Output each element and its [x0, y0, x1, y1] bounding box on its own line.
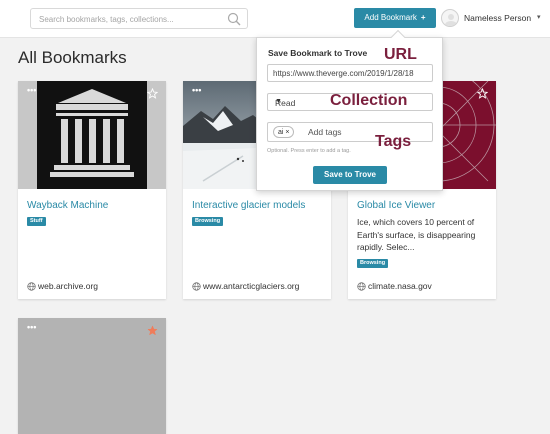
bookmark-domain: climate.nasa.gov	[357, 281, 432, 291]
domain-text: climate.nasa.gov	[368, 281, 432, 291]
tag-badge[interactable]: Browsing	[192, 217, 224, 226]
url-value[interactable]: https://www.theverge.com/2019/1/28/18	[273, 69, 429, 78]
card-menu-button[interactable]: •••	[192, 85, 201, 95]
globe-icon	[357, 282, 366, 291]
domain-text: www.antarcticglaciers.org	[203, 281, 300, 291]
search-box[interactable]	[30, 8, 248, 29]
annotation-collection: Collection	[330, 92, 408, 109]
annotation-tags: Tags	[375, 133, 412, 150]
bookmark-title[interactable]: Interactive glacier models	[192, 200, 305, 211]
card-menu-button[interactable]: •••	[27, 85, 36, 95]
bookmark-thumbnail[interactable]: •••	[18, 81, 166, 189]
bookmark-thumbnail[interactable]: •••	[18, 318, 166, 434]
bookmark-card[interactable]: ••• Wayback Machine Stuff web.archive.or…	[18, 81, 166, 299]
bookmark-description: Ice, which covers 10 percent of Earth's …	[357, 217, 476, 252]
tags-hint: Optional. Press enter to add a tag.	[267, 148, 351, 154]
tag-badge[interactable]: Browsing	[357, 259, 389, 268]
star-filled-icon[interactable]	[147, 325, 158, 336]
card-menu-button[interactable]: •••	[27, 322, 36, 332]
search-input[interactable]	[39, 12, 224, 26]
chevron-down-icon[interactable]: ▾	[537, 13, 541, 21]
globe-icon	[192, 282, 201, 291]
bookmark-card[interactable]: •••	[18, 318, 166, 434]
top-bar: Add Bookmark+ Nameless Person ▾	[0, 0, 550, 38]
add-bookmark-button[interactable]: Add Bookmark +	[354, 8, 436, 28]
plus-icon: +	[420, 13, 426, 22]
page-title: All Bookmarks	[18, 48, 127, 67]
globe-icon	[27, 282, 36, 291]
wayback-logo-image	[37, 81, 147, 189]
save-to-trove-button[interactable]: Save to Trove	[313, 166, 387, 184]
username[interactable]: Nameless Person	[464, 13, 531, 23]
tag-badge[interactable]: Stuff	[27, 217, 46, 226]
bookmark-title[interactable]: Wayback Machine	[27, 200, 108, 211]
bookmark-domain: web.archive.org	[27, 281, 98, 291]
star-icon[interactable]	[147, 88, 158, 99]
bookmark-title[interactable]: Global Ice Viewer	[357, 200, 435, 211]
user-avatar-icon	[445, 14, 457, 26]
search-icon[interactable]	[227, 12, 241, 26]
avatar[interactable]	[441, 9, 459, 27]
add-bookmark-label: Add Bookmark	[364, 13, 417, 22]
bookmark-domain: www.antarcticglaciers.org	[192, 281, 299, 291]
domain-text: web.archive.org	[38, 281, 99, 291]
annotation-url: URL	[384, 46, 417, 63]
popup-title: Save Bookmark to Trove	[268, 48, 368, 58]
tag-chip[interactable]: ai ×	[273, 126, 295, 138]
url-field[interactable]: https://www.theverge.com/2019/1/28/18	[267, 64, 433, 82]
star-icon[interactable]	[477, 88, 488, 99]
